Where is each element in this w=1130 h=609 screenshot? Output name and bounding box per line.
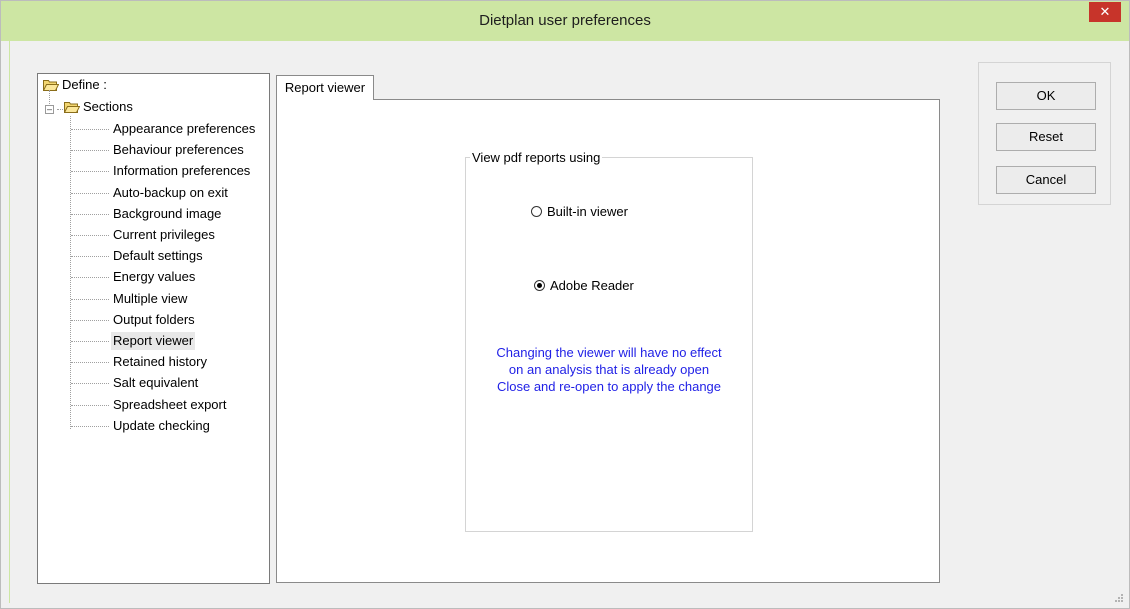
notice-line: Close and re-open to apply the change	[496, 379, 722, 394]
tab-report-viewer[interactable]: Report viewer	[276, 75, 374, 100]
open-folder-icon	[64, 102, 80, 113]
tree-connector	[71, 299, 109, 300]
tree-connector	[57, 109, 63, 110]
tree-item[interactable]: Default settings	[111, 247, 205, 265]
sections-tree[interactable]: Define : – Sections Appearance preferenc…	[37, 73, 270, 584]
notice-line: Changing the viewer will have no effect	[496, 345, 722, 360]
radio-selected-dot	[537, 283, 542, 288]
tree-connector	[71, 383, 109, 384]
close-button[interactable]: ✕	[1089, 2, 1121, 22]
cancel-button[interactable]: Cancel	[996, 166, 1096, 194]
groupbox-label: View pdf reports using	[470, 150, 603, 165]
tree-item[interactable]: Salt equivalent	[111, 374, 200, 392]
tree-item[interactable]: Information preferences	[111, 162, 252, 180]
tree-connector	[71, 171, 109, 172]
tree-item[interactable]: Behaviour preferences	[111, 141, 246, 159]
tree-connector	[71, 362, 109, 363]
ok-button[interactable]: OK	[996, 82, 1096, 110]
notice-line: on an analysis that is already open	[508, 362, 710, 377]
reset-button[interactable]: Reset	[996, 123, 1096, 151]
tree-connector	[71, 341, 109, 342]
tree-item[interactable]: Energy values	[111, 268, 197, 286]
tree-connector	[71, 426, 109, 427]
tree-item[interactable]: Report viewer	[111, 332, 196, 350]
tree-item[interactable]: Output folders	[111, 311, 197, 329]
open-folder-icon	[43, 80, 59, 91]
tree-connector	[71, 193, 109, 194]
window-title: Dietplan user preferences	[479, 12, 651, 29]
tree-item[interactable]: Current privileges	[111, 226, 217, 244]
tree-item[interactable]: Multiple view	[111, 290, 189, 308]
tree-connector	[71, 235, 109, 236]
tree-connector	[71, 129, 109, 130]
radio-circle[interactable]	[531, 206, 542, 217]
radio-circle[interactable]	[534, 280, 545, 291]
radio-label[interactable]: Built-in viewer	[547, 203, 628, 221]
title-bar[interactable]: Dietplan user preferences ✕	[1, 1, 1129, 41]
tree-connector	[71, 214, 109, 215]
viewer-change-notice: Changing the viewer will have no effect …	[465, 344, 753, 395]
tree-connector	[71, 405, 109, 406]
radio-adobe-reader[interactable]: Adobe Reader	[534, 277, 674, 295]
tree-connector	[71, 320, 109, 321]
tree-connector	[71, 277, 109, 278]
resize-grip-icon[interactable]	[1114, 593, 1124, 603]
tree-sections-label[interactable]: Sections	[83, 98, 133, 116]
tree-connector	[49, 90, 50, 104]
tree-item[interactable]: Auto-backup on exit	[111, 184, 230, 202]
tree-root-label[interactable]: Define :	[62, 76, 107, 94]
tree-item[interactable]: Update checking	[111, 417, 212, 435]
tree-item[interactable]: Background image	[111, 205, 223, 223]
tree-item[interactable]: Retained history	[111, 353, 209, 371]
tree-item[interactable]: Appearance preferences	[111, 120, 257, 138]
radio-built-in-viewer[interactable]: Built-in viewer	[531, 203, 691, 221]
tree-connector	[71, 256, 109, 257]
tree-connector	[71, 150, 109, 151]
collapse-toggle[interactable]: –	[45, 105, 54, 114]
radio-label[interactable]: Adobe Reader	[550, 277, 634, 295]
tree-item[interactable]: Spreadsheet export	[111, 396, 228, 414]
